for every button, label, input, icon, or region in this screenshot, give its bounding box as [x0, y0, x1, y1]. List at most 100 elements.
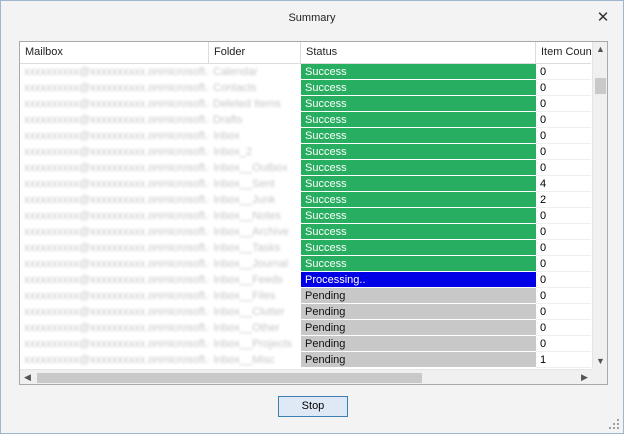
grid-header: Mailbox Folder Status Item Count — [20, 42, 591, 64]
status-cell: Success — [301, 192, 536, 208]
scroll-left-icon[interactable]: ◀ — [20, 370, 35, 384]
item-count-cell: 0 — [536, 336, 591, 352]
table-row[interactable]: xxxxxxxxxx@xxxxxxxxxx.onmicrosoft.com Inb… — [20, 336, 591, 352]
mailbox-cell: xxxxxxxxxx@xxxxxxxxxx.onmicrosoft.com — [24, 322, 209, 334]
status-cell: Success — [301, 80, 536, 96]
table-row[interactable]: xxxxxxxxxx@xxxxxxxxxx.onmicrosoft.com Inb… — [20, 192, 591, 208]
item-count-cell: 0 — [536, 128, 591, 144]
vertical-scroll-thumb[interactable] — [595, 78, 606, 94]
table-row[interactable]: xxxxxxxxxx@xxxxxxxxxx.onmicrosoft.com Cal… — [20, 64, 591, 80]
folder-cell: Inbox__Files — [213, 290, 276, 302]
status-cell: Success — [301, 112, 536, 128]
table-row[interactable]: xxxxxxxxxx@xxxxxxxxxx.onmicrosoft.com Inb… — [20, 288, 591, 304]
mailbox-cell: xxxxxxxxxx@xxxxxxxxxx.onmicrosoft.com — [24, 130, 209, 142]
folder-cell: Inbox — [213, 130, 240, 142]
table-row[interactable]: xxxxxxxxxx@xxxxxxxxxx.onmicrosoft.com Inb… — [20, 224, 591, 240]
table-row[interactable]: xxxxxxxxxx@xxxxxxxxxx.onmicrosoft.com Inb… — [20, 208, 591, 224]
scroll-down-icon[interactable]: ▼ — [593, 354, 607, 369]
status-cell: Success — [301, 176, 536, 192]
item-count-cell: 0 — [536, 144, 591, 160]
mailbox-cell: xxxxxxxxxx@xxxxxxxxxx.onmicrosoft.com — [24, 146, 209, 158]
vertical-scrollbar[interactable]: ▲ ▼ — [592, 42, 607, 369]
item-count-cell: 0 — [536, 160, 591, 176]
item-count-cell: 0 — [536, 112, 591, 128]
mailbox-cell: xxxxxxxxxx@xxxxxxxxxx.onmicrosoft.com — [24, 178, 209, 190]
table-row[interactable]: xxxxxxxxxx@xxxxxxxxxx.onmicrosoft.com Del… — [20, 96, 591, 112]
column-header-item-count[interactable]: Item Count — [536, 42, 591, 63]
folder-cell: Drafts — [213, 114, 243, 126]
status-cell: Pending — [301, 336, 536, 352]
item-count-cell: 1 — [536, 352, 591, 368]
column-header-mailbox[interactable]: Mailbox — [20, 42, 209, 63]
horizontal-scrollbar[interactable]: ◀ ▶ — [20, 369, 592, 384]
item-count-cell: 0 — [536, 288, 591, 304]
item-count-cell: 0 — [536, 224, 591, 240]
folder-cell: Contacts — [213, 82, 257, 94]
table-row[interactable]: xxxxxxxxxx@xxxxxxxxxx.onmicrosoft.com Inb… — [20, 272, 591, 288]
mailbox-cell: xxxxxxxxxx@xxxxxxxxxx.onmicrosoft.com — [24, 114, 209, 126]
status-cell: Processing.. — [301, 272, 536, 288]
item-count-cell: 0 — [536, 80, 591, 96]
column-header-status[interactable]: Status — [301, 42, 536, 63]
close-icon[interactable]: ✕ — [593, 8, 613, 28]
mailbox-cell: xxxxxxxxxx@xxxxxxxxxx.onmicrosoft.com — [24, 82, 209, 94]
item-count-cell: 0 — [536, 64, 591, 80]
table-row[interactable]: xxxxxxxxxx@xxxxxxxxxx.onmicrosoft.com Inb… — [20, 352, 591, 368]
status-cell: Success — [301, 256, 536, 272]
table-row[interactable]: xxxxxxxxxx@xxxxxxxxxx.onmicrosoft.com Dra… — [20, 112, 591, 128]
mailbox-cell: xxxxxxxxxx@xxxxxxxxxx.onmicrosoft.com — [24, 242, 209, 254]
table-row[interactable]: xxxxxxxxxx@xxxxxxxxxx.onmicrosoft.com Inb… — [20, 160, 591, 176]
summary-dialog: Summary ✕ Mailbox Folder Status Item Cou… — [0, 0, 624, 434]
folder-cell: Deleted Items — [213, 98, 281, 110]
status-cell: Pending — [301, 352, 536, 368]
status-cell: Success — [301, 64, 536, 80]
status-cell: Success — [301, 96, 536, 112]
folder-cell: Inbox__Junk — [213, 194, 276, 206]
folder-cell: Inbox__Feeds — [213, 274, 283, 286]
table-row[interactable]: xxxxxxxxxx@xxxxxxxxxx.onmicrosoft.com Inb… — [20, 304, 591, 320]
item-count-cell: 0 — [536, 304, 591, 320]
table-row[interactable]: xxxxxxxxxx@xxxxxxxxxx.onmicrosoft.com Inb… — [20, 128, 591, 144]
status-cell: Success — [301, 240, 536, 256]
scroll-up-icon[interactable]: ▲ — [593, 42, 607, 57]
status-cell: Pending — [301, 320, 536, 336]
stop-button[interactable]: Stop — [278, 396, 348, 417]
folder-cell: Inbox__Other — [213, 322, 280, 334]
table-row[interactable]: xxxxxxxxxx@xxxxxxxxxx.onmicrosoft.com Inb… — [20, 144, 591, 160]
mailbox-cell: xxxxxxxxxx@xxxxxxxxxx.onmicrosoft.com — [24, 354, 209, 366]
scroll-right-icon[interactable]: ▶ — [577, 370, 592, 384]
item-count-cell: 2 — [536, 192, 591, 208]
title-bar: Summary ✕ — [1, 1, 623, 37]
mailbox-cell: xxxxxxxxxx@xxxxxxxxxx.onmicrosoft.com — [24, 338, 209, 350]
table-row[interactable]: xxxxxxxxxx@xxxxxxxxxx.onmicrosoft.com Inb… — [20, 320, 591, 336]
folder-cell: Inbox__Projects — [213, 338, 292, 350]
folder-cell: Inbox__Misc — [213, 354, 275, 366]
folder-cell: Inbox_2 — [213, 146, 253, 158]
resize-grip-icon[interactable] — [609, 419, 619, 429]
item-count-cell: 0 — [536, 320, 591, 336]
status-cell: Success — [301, 128, 536, 144]
folder-cell: Inbox__Clutter — [213, 306, 285, 318]
mailbox-cell: xxxxxxxxxx@xxxxxxxxxx.onmicrosoft.com — [24, 226, 209, 238]
item-count-cell: 0 — [536, 208, 591, 224]
mailbox-cell: xxxxxxxxxx@xxxxxxxxxx.onmicrosoft.com — [24, 290, 209, 302]
folder-cell: Inbox__Outbox — [213, 162, 288, 174]
status-cell: Pending — [301, 288, 536, 304]
scrollbar-corner — [592, 369, 607, 384]
table-row[interactable]: xxxxxxxxxx@xxxxxxxxxx.onmicrosoft.com Inb… — [20, 256, 591, 272]
status-cell: Success — [301, 224, 536, 240]
horizontal-scroll-thumb[interactable] — [37, 373, 422, 383]
status-cell: Success — [301, 144, 536, 160]
folder-cell: Calendar — [213, 66, 258, 78]
table-row[interactable]: xxxxxxxxxx@xxxxxxxxxx.onmicrosoft.com Inb… — [20, 176, 591, 192]
mailbox-cell: xxxxxxxxxx@xxxxxxxxxx.onmicrosoft.com — [24, 66, 209, 78]
folder-cell: Inbox__Tasks — [213, 242, 281, 254]
table-row[interactable]: xxxxxxxxxx@xxxxxxxxxx.onmicrosoft.com Inb… — [20, 240, 591, 256]
mailbox-cell: xxxxxxxxxx@xxxxxxxxxx.onmicrosoft.com — [24, 306, 209, 318]
item-count-cell: 4 — [536, 176, 591, 192]
dialog-title: Summary — [288, 12, 336, 24]
column-header-folder[interactable]: Folder — [209, 42, 301, 63]
table-row[interactable]: xxxxxxxxxx@xxxxxxxxxx.onmicrosoft.com Con… — [20, 80, 591, 96]
item-count-cell: 0 — [536, 272, 591, 288]
mailbox-cell: xxxxxxxxxx@xxxxxxxxxx.onmicrosoft.com — [24, 274, 209, 286]
